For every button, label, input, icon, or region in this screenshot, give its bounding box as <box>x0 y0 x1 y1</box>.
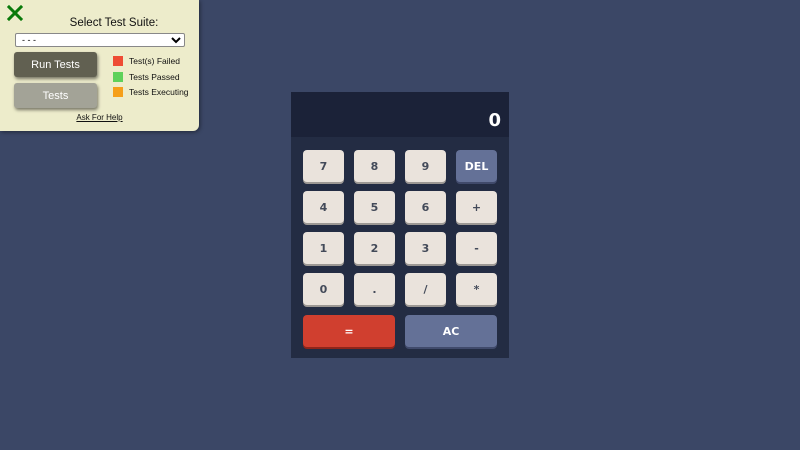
panel-title: Select Test Suite: <box>69 17 159 29</box>
key-3[interactable]: 3 <box>405 232 446 264</box>
minus-button[interactable]: - <box>456 232 497 264</box>
key-0[interactable]: 0 <box>303 273 344 305</box>
key-1[interactable]: 1 <box>303 232 344 264</box>
test-status-legend: Test(s) Failed Tests Passed Tests Execut… <box>113 56 189 103</box>
executing-swatch-icon <box>113 87 123 97</box>
legend-label-passed: Tests Passed <box>129 71 180 82</box>
key-2[interactable]: 2 <box>354 232 395 264</box>
divide-button[interactable]: / <box>405 273 446 305</box>
multiply-button[interactable]: * <box>456 273 497 305</box>
run-tests-button[interactable]: Run Tests <box>14 52 97 77</box>
plus-button[interactable]: + <box>456 191 497 223</box>
decimal-button[interactable]: . <box>354 273 395 305</box>
key-8[interactable]: 8 <box>354 150 395 182</box>
key-4[interactable]: 4 <box>303 191 344 223</box>
ask-for-help-link[interactable]: Ask For Help <box>0 113 199 122</box>
legend-item-failed: Test(s) Failed <box>113 56 189 66</box>
key-7[interactable]: 7 <box>303 150 344 182</box>
calculator: 0 7 8 9 DEL 4 5 6 + 1 2 3 - 0 . / * = AC <box>291 92 509 358</box>
display-value: 0 <box>488 110 501 131</box>
passed-swatch-icon <box>113 71 123 82</box>
test-suite-panel: Select Test Suite: - - - Run Tests Tests… <box>0 0 199 131</box>
legend-item-executing: Tests Executing <box>113 87 189 97</box>
tests-button[interactable]: Tests <box>14 83 97 108</box>
test-suite-select[interactable]: - - - <box>15 33 185 47</box>
equals-button[interactable]: = <box>303 315 395 347</box>
key-6[interactable]: 6 <box>405 191 446 223</box>
delete-button[interactable]: DEL <box>456 150 497 182</box>
legend-item-passed: Tests Passed <box>113 71 189 82</box>
all-clear-button[interactable]: AC <box>405 315 497 347</box>
calculator-display: 0 <box>291 92 509 137</box>
key-5[interactable]: 5 <box>354 191 395 223</box>
legend-label-failed: Test(s) Failed <box>129 56 181 66</box>
legend-label-executing: Tests Executing <box>129 87 189 97</box>
key-9[interactable]: 9 <box>405 150 446 182</box>
failed-swatch-icon <box>113 56 123 66</box>
